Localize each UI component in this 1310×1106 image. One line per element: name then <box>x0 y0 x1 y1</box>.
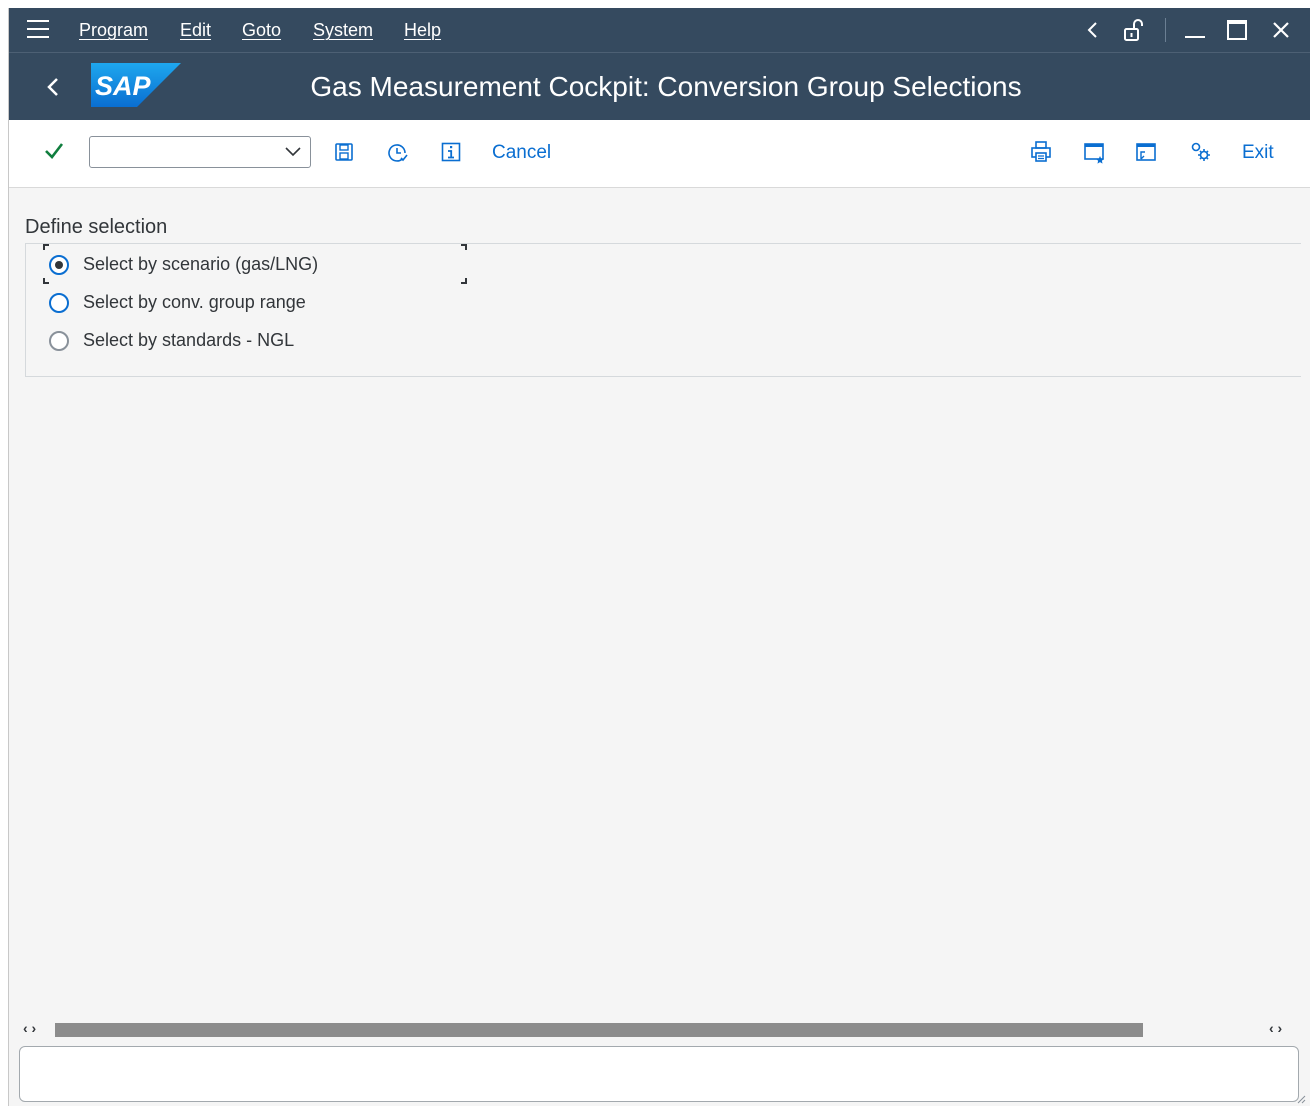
focus-corner <box>461 244 467 250</box>
unlock-icon[interactable] <box>1119 16 1147 44</box>
menu-bar: Program Edit Goto System Help <box>9 8 1310 52</box>
save-icon[interactable] <box>334 142 354 167</box>
focus-corner <box>461 278 467 284</box>
section-title: Define selection <box>25 216 168 238</box>
menu-item-edit[interactable]: Edit <box>180 20 211 41</box>
radio-label: Select by standards - NGL <box>83 330 295 350</box>
cancel-button[interactable]: Cancel <box>492 142 551 164</box>
generate-shortcut-icon[interactable] <box>1135 142 1159 169</box>
application-toolbar: Cancel Exit <box>9 120 1310 188</box>
title-bar: SAP Gas Measurement Cockpit: Conversion … <box>9 52 1310 120</box>
focus-corner <box>43 244 49 250</box>
menu-separator <box>1165 18 1166 42</box>
radio-label: Select by conv. group range <box>83 292 306 312</box>
focus-corner <box>43 278 49 284</box>
horizontal-scrollbar[interactable]: ‹ › ‹ › <box>9 1020 1310 1040</box>
exit-button[interactable]: Exit <box>1242 142 1274 164</box>
radio-button[interactable] <box>49 255 69 275</box>
menu-item-program[interactable]: Program <box>79 20 148 41</box>
chevron-down-icon[interactable] <box>284 145 302 164</box>
enter-check-icon[interactable] <box>43 140 65 167</box>
close-icon[interactable] <box>1267 16 1295 44</box>
status-bar[interactable] <box>19 1046 1299 1102</box>
radio-button[interactable] <box>49 331 69 351</box>
radio-label: Select by scenario (gas/LNG) <box>83 254 319 274</box>
radio-button[interactable] <box>49 293 69 313</box>
create-session-icon[interactable] <box>1083 142 1107 169</box>
execute-history-icon[interactable] <box>387 142 409 169</box>
maximize-icon[interactable] <box>1223 16 1251 44</box>
menu-item-help[interactable]: Help <box>404 20 441 41</box>
chevron-left-icon[interactable] <box>1081 16 1105 44</box>
menu-item-goto[interactable]: Goto <box>242 20 281 41</box>
sap-gui-window: Program Edit Goto System Help SAP Gas Me… <box>8 8 1310 1106</box>
customize-layout-icon[interactable] <box>1189 140 1213 169</box>
menu-item-system[interactable]: System <box>313 20 373 41</box>
print-icon[interactable] <box>1030 140 1052 169</box>
hamburger-menu-icon[interactable] <box>27 20 49 40</box>
scroll-arrows-right-icon[interactable]: ‹ › <box>1269 1020 1282 1036</box>
scrollbar-thumb[interactable] <box>55 1023 1143 1037</box>
resize-grip-icon[interactable] <box>1296 1094 1306 1104</box>
scroll-arrows-left-icon[interactable]: ‹ › <box>23 1020 36 1036</box>
command-field[interactable] <box>89 136 311 168</box>
info-icon[interactable] <box>441 142 461 167</box>
page-title: Gas Measurement Cockpit: Conversion Grou… <box>310 71 1022 102</box>
minimize-icon[interactable] <box>1181 16 1209 44</box>
